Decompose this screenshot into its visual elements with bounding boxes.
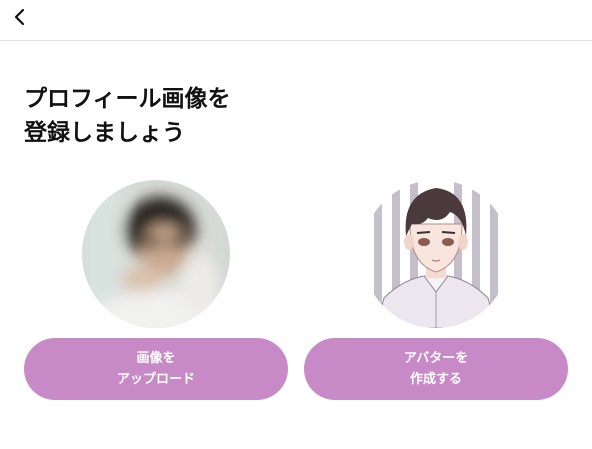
top-bar [0,0,592,41]
create-avatar-label-line1: アバターを [403,351,469,366]
create-avatar-label-line2: 作成する [409,372,462,387]
back-button[interactable] [8,5,32,29]
upload-image-label-line2: アップロード [116,372,195,387]
upload-image-button[interactable]: 画像を アップロード [24,338,288,400]
chevron-left-icon [14,8,25,26]
upload-image-label-line1: 画像を [136,351,176,366]
create-avatar-button[interactable]: アバターを 作成する [304,338,568,400]
page-title-line2: 登録しましょう [24,120,185,146]
illustrated-avatar-preview[interactable] [362,180,510,328]
page-title-line1: プロフィール画像を [24,86,231,112]
uploaded-photo-preview[interactable] [82,180,230,328]
page-title: プロフィール画像を 登録しましょう [24,82,444,150]
